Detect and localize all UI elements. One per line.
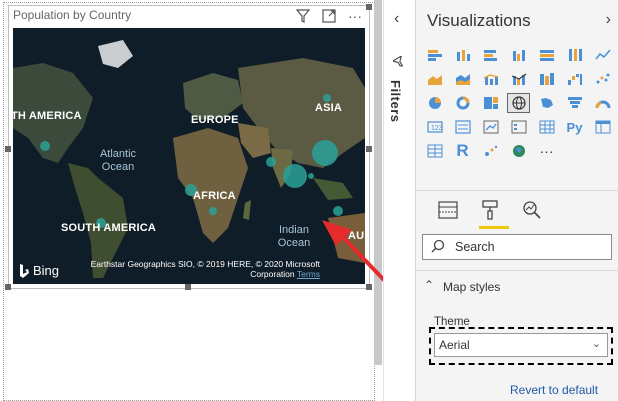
filled-map-icon[interactable] [536, 94, 557, 112]
pane-tabs [436, 198, 544, 222]
funnel-chart-icon[interactable] [564, 94, 585, 112]
expand-chevron-icon[interactable]: › [606, 11, 611, 29]
clustered-bar-chart-icon[interactable] [480, 46, 501, 64]
fields-tab-icon[interactable] [436, 198, 460, 222]
filters-pane[interactable]: ‹ Filters [383, 0, 416, 401]
analytics-tab-icon[interactable] [520, 198, 544, 222]
python-visual-icon[interactable]: Py [564, 118, 585, 136]
100-stacked-column-icon[interactable] [564, 46, 585, 64]
table-icon[interactable] [536, 118, 557, 136]
visualizations-title: Visualizations [427, 11, 531, 30]
map-styles-section-header[interactable]: ⌃ Map styles [416, 276, 618, 298]
search-icon [431, 239, 445, 256]
waterfall-chart-icon[interactable] [564, 70, 585, 88]
multi-row-card-icon[interactable] [452, 118, 473, 136]
collapse-chevron-icon[interactable]: ‹ [394, 10, 399, 28]
kpi-icon[interactable] [480, 118, 501, 136]
active-tab-indicator [479, 226, 509, 229]
stacked-column-chart-icon[interactable] [452, 46, 473, 64]
treemap-icon[interactable] [480, 94, 501, 112]
filters-label[interactable]: Filters [388, 80, 403, 123]
100-stacked-bar-icon[interactable] [536, 46, 557, 64]
svg-text:123: 123 [431, 125, 443, 132]
pane-divider [416, 190, 618, 191]
map-visual-icon[interactable] [507, 93, 530, 113]
visual-type-grid: 123 Py R ··· [424, 46, 615, 160]
format-search-box[interactable]: Search [422, 234, 612, 260]
slicer-icon[interactable] [508, 118, 529, 136]
scatter-chart-icon[interactable] [592, 70, 613, 88]
theme-dropdown[interactable]: Aerial ⌄ [434, 333, 608, 357]
section-divider [416, 270, 618, 271]
ribbon-chart-icon[interactable] [536, 70, 557, 88]
filter-funnel-icon [391, 54, 405, 71]
matrix-alt-icon[interactable] [424, 142, 445, 160]
line-clustered-column-icon[interactable] [508, 70, 529, 88]
section-title: Map styles [443, 280, 501, 294]
clustered-column-chart-icon[interactable] [508, 46, 529, 64]
more-visuals-icon[interactable]: ··· [536, 142, 557, 160]
line-chart-icon[interactable] [592, 46, 613, 64]
revert-to-default-link[interactable]: Revert to default [510, 383, 598, 397]
stacked-bar-chart-icon[interactable] [424, 46, 445, 64]
matrix-icon[interactable] [592, 118, 613, 136]
chevron-up-icon[interactable]: ⌃ [424, 278, 434, 292]
visualizations-pane: Visualizations › 123 Py R ··· Search ⌃ M… [415, 0, 618, 401]
arcgis-map-icon[interactable] [508, 142, 529, 160]
pie-chart-icon[interactable] [424, 94, 445, 112]
area-chart-icon[interactable] [424, 70, 445, 88]
search-placeholder: Search [455, 240, 495, 254]
theme-value: Aerial [439, 338, 470, 352]
key-influencers-icon[interactable] [480, 142, 501, 160]
gauge-chart-icon[interactable] [592, 94, 613, 112]
format-paint-roller-icon[interactable] [478, 198, 502, 222]
card-icon[interactable]: 123 [424, 118, 445, 136]
donut-chart-icon[interactable] [452, 94, 473, 112]
chevron-down-icon[interactable]: ⌄ [592, 337, 601, 350]
stacked-area-chart-icon[interactable] [452, 70, 473, 88]
line-column-chart-icon[interactable] [480, 70, 501, 88]
r-visual-icon[interactable]: R [452, 141, 473, 160]
